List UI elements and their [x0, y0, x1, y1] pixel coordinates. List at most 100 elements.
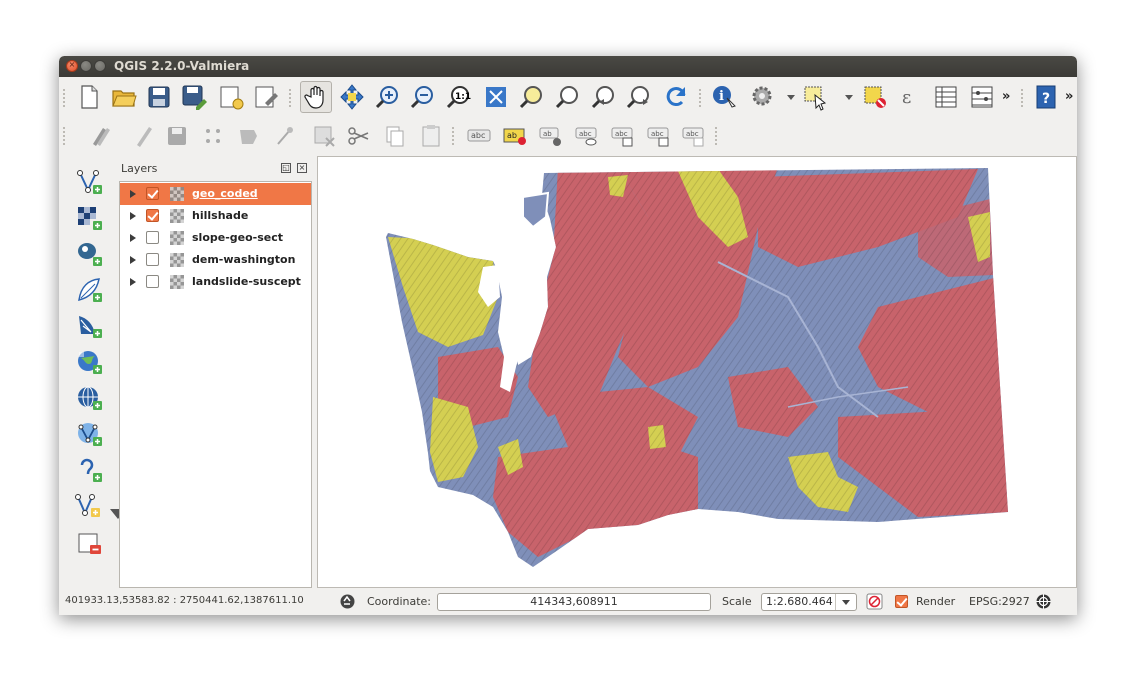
expand-arrow-icon[interactable] [130, 234, 136, 242]
add-wms-layer-icon[interactable] [75, 348, 103, 376]
render-checkbox[interactable] [895, 595, 908, 608]
identify-icon[interactable]: i [710, 83, 738, 111]
chevron-down-icon[interactable] [835, 594, 856, 610]
close-panel-button[interactable]: × [297, 163, 307, 173]
expand-arrow-icon[interactable] [130, 190, 136, 198]
maximize-button[interactable] [94, 60, 106, 72]
open-project-icon[interactable] [110, 83, 138, 111]
toolbar-grip[interactable] [289, 89, 293, 107]
toolbar-grip[interactable] [63, 89, 67, 107]
statistics-icon[interactable] [968, 83, 996, 111]
toolbar-grip[interactable] [715, 127, 719, 145]
zoom-to-layer-icon[interactable] [554, 83, 582, 111]
run-action-icon[interactable] [749, 83, 777, 111]
layer-item-landslide-suscept[interactable]: landslide-suscept [120, 271, 311, 293]
crs-globe-icon[interactable] [1035, 593, 1052, 610]
layer-labeling-icon[interactable]: ab [501, 122, 529, 150]
svg-text:1:1: 1:1 [455, 92, 471, 102]
layer-visibility-checkbox[interactable] [146, 209, 159, 222]
zoom-full-icon[interactable] [482, 83, 510, 111]
zoom-in-icon[interactable] [374, 83, 402, 111]
toolbar-grip[interactable] [1021, 89, 1025, 107]
layer-visibility-checkbox[interactable] [146, 253, 159, 266]
new-shapefile-layer-icon[interactable] [75, 492, 103, 520]
deselect-icon[interactable] [861, 83, 889, 111]
delete-selected-icon[interactable] [310, 122, 338, 150]
current-edits-icon[interactable] [87, 122, 115, 150]
pan-to-selection-icon[interactable] [338, 83, 366, 111]
add-vector-layer-icon[interactable] [75, 168, 103, 196]
rotate-label-icon[interactable]: abc [573, 122, 601, 150]
label-tool-icon[interactable]: abc [465, 122, 493, 150]
zoom-out-icon[interactable] [409, 83, 437, 111]
geology-layer [386, 168, 1008, 567]
field-calculator-icon[interactable]: ε [897, 83, 925, 111]
composer-manager-icon[interactable] [252, 83, 280, 111]
extents-toggle-icon[interactable] [339, 593, 356, 610]
toolbar-overflow-button[interactable]: » [1002, 89, 1010, 104]
node-tool-icon[interactable] [272, 122, 300, 150]
add-wfs-layer-icon[interactable] [75, 420, 103, 448]
cut-features-icon[interactable] [345, 122, 373, 150]
save-project-icon[interactable] [145, 83, 173, 111]
new-layer-dropdown[interactable] [104, 499, 126, 519]
map-extent-text: 401933.13,53583.82 : 2750441.62,1387611.… [65, 595, 304, 606]
save-edits-icon[interactable] [163, 122, 191, 150]
select-dropdown[interactable] [835, 83, 853, 111]
expand-arrow-icon[interactable] [130, 256, 136, 264]
save-as-icon[interactable] [180, 83, 208, 111]
layers-panel: Layers ◱ × geo_coded hillshade slope-geo… [119, 156, 312, 588]
remove-layer-icon[interactable] [75, 530, 103, 558]
layer-item-slope-geo-sect[interactable]: slope-geo-sect [120, 227, 311, 249]
new-print-composer-icon[interactable] [217, 83, 245, 111]
attribute-table-icon[interactable] [932, 83, 960, 111]
toolbar-grip[interactable] [63, 127, 67, 145]
add-wcs-layer-icon[interactable] [75, 384, 103, 412]
add-raster-layer-icon[interactable] [75, 204, 103, 232]
add-postgis-layer-icon[interactable] [75, 240, 103, 268]
layer-item-geo-coded[interactable]: geo_coded [120, 183, 311, 205]
toolbar-grip[interactable] [699, 89, 703, 107]
zoom-actual-icon[interactable]: 1:1 [445, 83, 473, 111]
add-feature-icon[interactable] [199, 122, 227, 150]
add-spatialite-layer-icon[interactable] [75, 276, 103, 304]
zoom-last-icon[interactable] [590, 83, 618, 111]
add-delimited-text-icon[interactable] [75, 456, 103, 484]
stop-render-icon[interactable] [866, 593, 883, 610]
map-canvas[interactable] [317, 156, 1077, 588]
copy-features-icon[interactable] [381, 122, 409, 150]
layer-item-hillshade[interactable]: hillshade [120, 205, 311, 227]
layer-name: geo_coded [192, 187, 258, 200]
float-panel-button[interactable]: ◱ [281, 163, 291, 173]
zoom-to-selection-icon[interactable] [518, 83, 546, 111]
layer-visibility-checkbox[interactable] [146, 275, 159, 288]
layer-visibility-checkbox[interactable] [146, 187, 159, 200]
toolbar-grip[interactable] [452, 127, 456, 145]
crs-status[interactable]: EPSG:2927 [969, 595, 1030, 608]
new-project-icon[interactable] [75, 83, 103, 111]
show-hide-labels-icon[interactable]: abc [609, 122, 637, 150]
paste-features-icon[interactable] [417, 122, 445, 150]
run-action-dropdown[interactable] [777, 83, 795, 111]
add-mssql-layer-icon[interactable] [75, 312, 103, 340]
move-label-icon[interactable]: ab [537, 122, 565, 150]
layer-item-dem-washington[interactable]: dem-washington [120, 249, 311, 271]
raster-layer-icon [170, 209, 184, 223]
minimize-button[interactable] [80, 60, 92, 72]
coordinate-field[interactable]: 414343,608911 [437, 593, 711, 611]
zoom-next-icon[interactable] [625, 83, 653, 111]
layer-visibility-checkbox[interactable] [146, 231, 159, 244]
pin-labels-icon[interactable]: abc [645, 122, 673, 150]
refresh-icon[interactable] [662, 83, 690, 111]
move-feature-icon[interactable] [235, 122, 263, 150]
expand-arrow-icon[interactable] [130, 278, 136, 286]
select-features-icon[interactable] [801, 83, 829, 111]
scale-combobox[interactable]: 1:2.680.464 [761, 593, 857, 611]
help-icon[interactable]: ? [1032, 83, 1060, 111]
change-label-icon[interactable]: abc [680, 122, 708, 150]
toggle-editing-icon[interactable] [130, 122, 158, 150]
pan-icon[interactable] [300, 81, 332, 113]
toolbar-overflow-button[interactable]: » [1065, 89, 1073, 104]
expand-arrow-icon[interactable] [130, 212, 136, 220]
close-button[interactable]: × [66, 60, 78, 72]
